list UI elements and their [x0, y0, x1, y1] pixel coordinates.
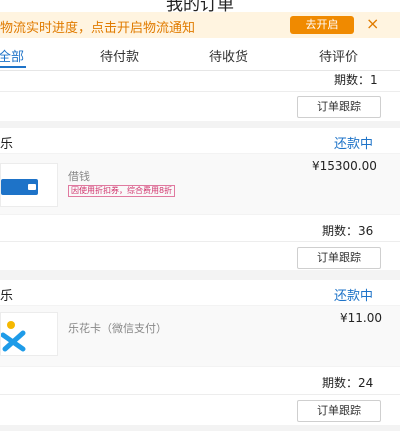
- tab-pending-review[interactable]: 待评价: [319, 46, 358, 65]
- period-count: 期数：1: [334, 73, 378, 87]
- item-price: ¥15300.00: [312, 159, 377, 173]
- item-thumbnail: [0, 163, 58, 207]
- order-card: 期数：1 订单跟踪: [0, 71, 400, 121]
- tab-pending-receipt[interactable]: 待收货: [209, 46, 248, 65]
- divider: [0, 91, 400, 92]
- order-item-row[interactable]: 乐花卡（微信支付） ¥11.00: [0, 306, 400, 366]
- shop-name: 乐: [0, 137, 14, 152]
- banner-text: 物流实时进度，点击开启物流通知: [0, 21, 196, 36]
- item-thumbnail: [0, 312, 58, 356]
- period-count: 期数：24: [322, 376, 374, 390]
- order-card-header: 乐 还款中: [0, 128, 400, 153]
- logistics-notice-banner: 物流实时进度，点击开启物流通知 去开启 ×: [0, 12, 400, 38]
- wallet-icon: [1, 179, 38, 195]
- order-tabs: 全部 待付款 待收货 待评价: [0, 38, 400, 71]
- order-tracking-button[interactable]: 订单跟踪: [297, 96, 381, 118]
- divider: [0, 394, 400, 395]
- order-tracking-button[interactable]: 订单跟踪: [297, 247, 381, 269]
- status-badge: 还款中: [334, 137, 374, 152]
- tab-active-indicator: [0, 66, 26, 68]
- tab-pending-payment[interactable]: 待付款: [100, 46, 139, 65]
- shop-name: 乐: [0, 289, 14, 304]
- order-card-footer: 期数：24 订单跟踪: [0, 367, 400, 425]
- tab-all[interactable]: 全部: [0, 46, 24, 65]
- divider: [0, 241, 400, 242]
- enable-notification-button[interactable]: 去开启: [290, 16, 354, 34]
- order-tracking-button[interactable]: 订单跟踪: [297, 400, 381, 422]
- item-name: 乐花卡（微信支付）: [68, 322, 167, 335]
- order-card-footer: 期数：36 订单跟踪: [0, 215, 400, 270]
- item-price: ¥11.00: [340, 311, 382, 325]
- status-badge: 还款中: [334, 289, 374, 304]
- item-name: 借钱: [68, 170, 90, 183]
- order-item-row[interactable]: 借钱 因使用折扣券，综合费用8折 ¥15300.00: [0, 154, 400, 214]
- lehua-card-icon: [0, 321, 26, 352]
- close-icon[interactable]: ×: [366, 14, 379, 33]
- order-card-header: 乐 还款中: [0, 280, 400, 305]
- period-count: 期数：36: [322, 224, 374, 238]
- discount-tag: 因使用折扣券，综合费用8折: [68, 185, 176, 197]
